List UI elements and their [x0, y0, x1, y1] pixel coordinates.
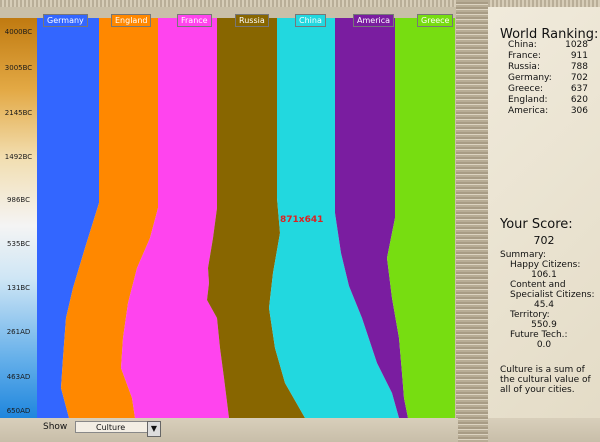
legend-greece[interactable]: Greece [417, 14, 454, 27]
ranking-value: 702 [570, 73, 588, 83]
tick-label: 1492BC [4, 153, 33, 161]
frame-top [0, 0, 600, 7]
content-label: Content and Specialist Citizens: [510, 280, 595, 300]
culture-note: Culture is a sum of the cultural value o… [500, 365, 591, 395]
tick-label: 986BC [7, 196, 30, 204]
series-legend: Germany England France Russia China Amer… [37, 14, 455, 27]
territory-value: 550.9 [531, 320, 557, 330]
happy-label: Happy Citizens: [510, 260, 581, 270]
future-label: Future Tech.: [510, 330, 568, 340]
tick-label: 261AD [6, 328, 31, 336]
resolution-label: 871x641 [280, 215, 324, 225]
culture-chart [37, 18, 455, 418]
your-score-title: Your Score: [500, 217, 573, 232]
tick-label: 3005BC [4, 64, 33, 72]
ranking-name: China: [508, 40, 537, 50]
summary-label: Summary: [500, 250, 546, 260]
ranking-value: 911 [570, 51, 588, 61]
ranking-name: England: [508, 95, 548, 105]
ranking-name: Russia: [508, 62, 540, 72]
legend-germany[interactable]: Germany [43, 14, 88, 27]
legend-america[interactable]: America [353, 14, 394, 27]
ranking-value: 620 [570, 95, 588, 105]
territory-label: Territory: [510, 310, 550, 320]
tick-label: 131BC [7, 284, 30, 292]
ranking-name: Germany: [508, 73, 552, 83]
content-value: 45.4 [533, 300, 555, 310]
rope-panel-edge [458, 0, 488, 442]
tick-label: 650AD [6, 407, 31, 415]
ranking-value: 637 [570, 84, 588, 94]
show-label: Show [43, 422, 68, 432]
legend-england[interactable]: England [111, 14, 152, 27]
legend-russia[interactable]: Russia [235, 14, 269, 27]
ranking-name: Greece: [508, 84, 544, 94]
tick-label: 535BC [7, 240, 30, 248]
tick-label: 4000BC [4, 28, 33, 36]
ranking-name: France: [508, 51, 541, 61]
chevron-down-icon[interactable]: ▼ [147, 421, 161, 437]
culture-chart-svg [37, 18, 455, 418]
ranking-name: America: [508, 106, 549, 116]
ranking-value: 306 [570, 106, 588, 116]
your-score-value: 702 [533, 234, 555, 247]
tick-label: 2145BC [4, 109, 33, 117]
legend-france[interactable]: France [177, 14, 212, 27]
show-select[interactable]: Culture [75, 421, 157, 433]
future-value: 0.0 [536, 340, 552, 350]
timeline-axis: 4000BC 3005BC 2145BC 1492BC 986BC 535BC … [0, 18, 38, 418]
ranking-value: 1028 [565, 40, 588, 50]
info-panel: World Ranking: China: 1028 France: 911 R… [488, 7, 600, 418]
happy-value: 106.1 [531, 270, 557, 280]
legend-china[interactable]: China [295, 14, 326, 27]
tick-label: 463AD [6, 373, 31, 381]
ranking-value: 788 [570, 62, 588, 72]
